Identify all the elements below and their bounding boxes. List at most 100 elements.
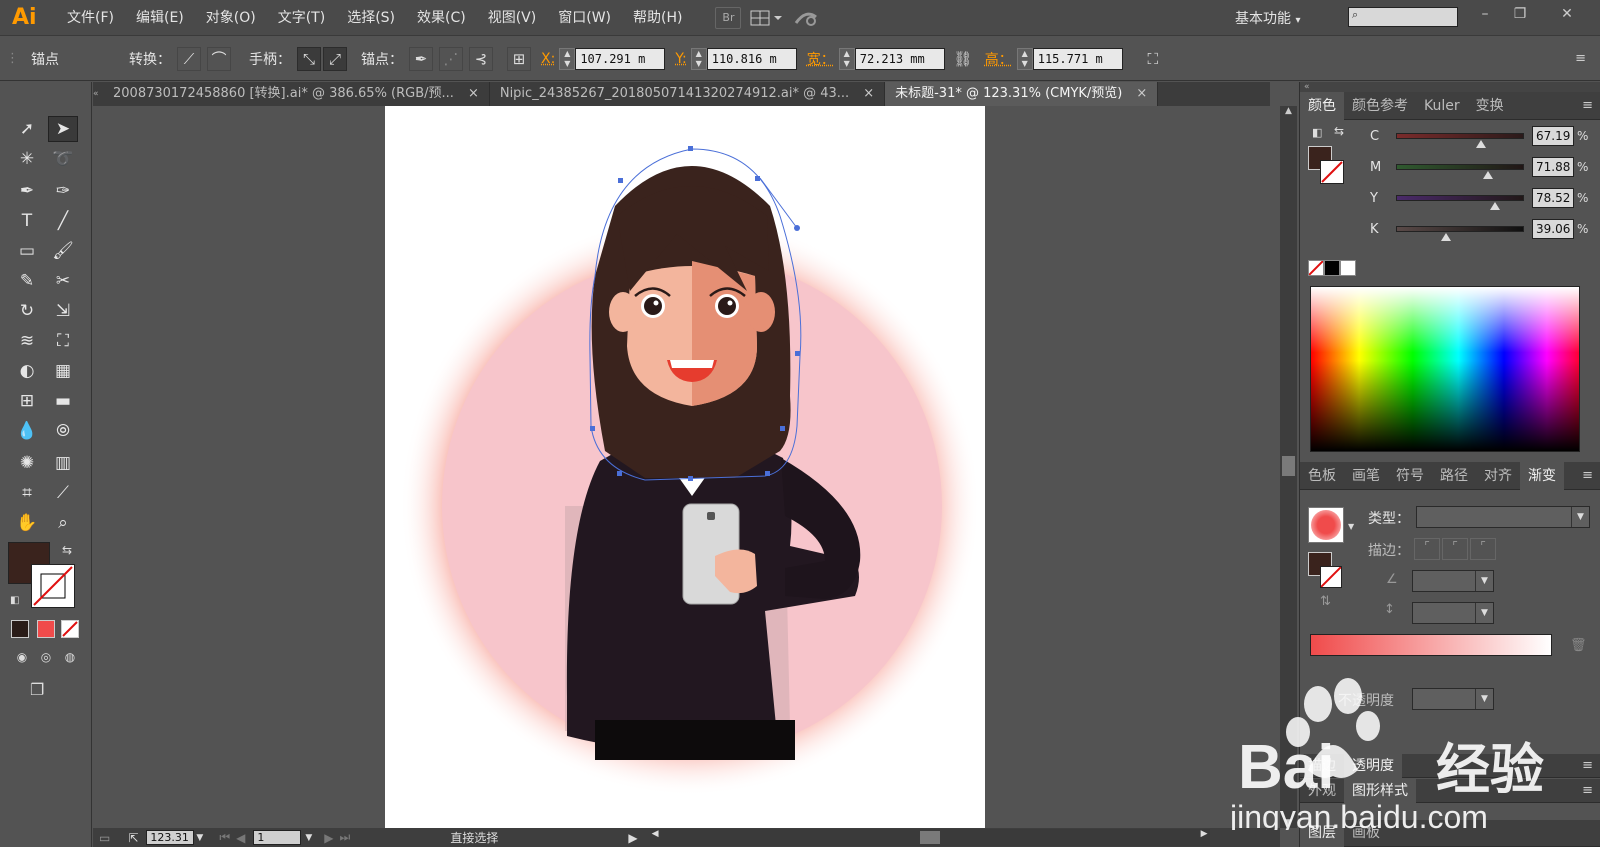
link-proportions-icon[interactable]: ⛓ — [951, 47, 975, 71]
selection-tool-icon[interactable]: ➚ — [12, 116, 42, 142]
scroll-right-icon[interactable]: ▶ — [1201, 829, 1208, 839]
scroll-left-icon[interactable]: ◀ — [652, 829, 659, 839]
collapse-toolbox-icon[interactable]: « — [93, 82, 103, 106]
tab-gradient[interactable]: 渐变 — [1520, 461, 1564, 490]
none-swatch[interactable] — [1308, 260, 1324, 276]
default-colors-icon[interactable]: ◧ — [10, 595, 19, 606]
direct-selection-tool-icon[interactable]: ➤ — [48, 116, 78, 142]
zoom-input[interactable]: 123.31 — [146, 830, 195, 845]
bridge-button[interactable]: Br — [715, 6, 742, 29]
tab-color[interactable]: 颜色 — [1300, 91, 1344, 120]
symbol-sprayer-icon[interactable]: ✺ — [12, 450, 42, 476]
draw-normal-icon[interactable]: ◉ — [17, 650, 27, 668]
tab-close-icon[interactable]: × — [863, 86, 874, 101]
gradient-presets-chevron-icon[interactable]: ▼ — [1348, 522, 1354, 531]
convert-to-corner-icon[interactable]: ⟋ — [177, 46, 201, 71]
color-mode-icon[interactable] — [11, 620, 29, 638]
y-input[interactable]: 110.816 m — [706, 47, 797, 70]
stroke-across-icon[interactable]: ⌜ — [1470, 538, 1496, 560]
workspace-switcher[interactable]: 基本功能 ▾ — [1235, 8, 1300, 28]
status-menu-icon[interactable]: ▶ — [628, 831, 637, 845]
illustration[interactable] — [385, 106, 985, 828]
vertical-scrollbar[interactable]: ▲ ▼ — [1280, 106, 1297, 828]
channel-slider[interactable] — [1396, 164, 1524, 179]
gradient-preview[interactable] — [1308, 507, 1344, 543]
tab-align[interactable]: 对齐 — [1476, 462, 1520, 490]
last-artboard-icon[interactable]: ⏭ — [340, 830, 351, 845]
tab-appearance[interactable]: 外观 — [1300, 779, 1344, 803]
draw-inside-icon[interactable]: ◍ — [65, 650, 75, 668]
tab-transparency[interactable]: 透明度 — [1344, 753, 1402, 778]
gpu-performance-icon[interactable] — [793, 7, 819, 29]
menu-window[interactable]: 窗口(W) — [547, 0, 622, 36]
shape-builder-icon[interactable]: ◐ — [12, 358, 42, 384]
panel-menu-icon[interactable]: ≡ — [1582, 758, 1593, 773]
menu-view[interactable]: 视图(V) — [477, 0, 548, 36]
tab-kuler[interactable]: Kuler — [1416, 92, 1468, 120]
gradient-mode-icon[interactable] — [37, 620, 55, 638]
connect-endpoints-icon[interactable]: ⋰ — [439, 46, 463, 71]
transform-icon[interactable]: ⛶ — [1141, 47, 1165, 71]
artboard-number-input[interactable]: 1 — [253, 830, 302, 845]
opacity-dropdown[interactable]: ▼ — [1412, 688, 1494, 710]
tab-document-2[interactable]: Nipic_24385267_20180507141320274912.ai* … — [490, 82, 886, 106]
pencil-icon[interactable]: ✎ — [12, 268, 42, 294]
tab-layers[interactable]: 图层 — [1300, 819, 1344, 847]
channel-value-input[interactable]: 67.19 — [1532, 126, 1574, 146]
gradient-angle-dropdown[interactable]: ▼ — [1412, 570, 1494, 592]
artboard[interactable] — [385, 106, 985, 828]
column-graph-icon[interactable]: ▥ — [48, 450, 78, 476]
tab-graphic-styles[interactable]: 图形样式 — [1344, 778, 1416, 803]
draw-behind-icon[interactable]: ◎ — [41, 650, 51, 668]
prev-artboard-icon[interactable]: ◀ — [236, 831, 245, 845]
tab-close-icon[interactable]: × — [1136, 86, 1147, 101]
tab-stroke[interactable]: 描边 — [1300, 754, 1344, 778]
remove-anchor-icon[interactable]: ✒ — [409, 46, 433, 71]
isolate-points-icon[interactable]: ⊞ — [507, 46, 531, 71]
curvature-tool-icon[interactable]: ✑ — [48, 178, 78, 204]
menu-select[interactable]: 选择(S) — [336, 0, 406, 36]
show-handles-icon[interactable]: ⤡ — [297, 46, 321, 71]
zoom-tool-icon[interactable]: ⌕ — [48, 510, 78, 536]
slice-icon[interactable]: ⟋ — [48, 480, 78, 506]
menu-edit[interactable]: 编辑(E) — [125, 0, 195, 36]
panel-menu-icon[interactable]: ≡ — [1582, 783, 1593, 798]
menu-effect[interactable]: 效果(C) — [406, 0, 477, 36]
type-tool-icon[interactable]: T — [12, 208, 42, 234]
perspective-grid-icon[interactable]: ▦ — [48, 358, 78, 384]
next-artboard-icon[interactable]: ▶ — [324, 831, 333, 845]
black-swatch[interactable] — [1324, 260, 1340, 276]
width-tool-icon[interactable]: ≋ — [12, 328, 42, 354]
channel-slider[interactable] — [1396, 226, 1524, 241]
stroke-swatch[interactable] — [31, 564, 75, 608]
color-spectrum[interactable] — [1310, 286, 1580, 452]
line-tool-icon[interactable]: ╱ — [48, 208, 78, 234]
gradient-stroke-swatch[interactable] — [1320, 566, 1342, 588]
slider-knob[interactable] — [1490, 202, 1501, 210]
gradient-aspect-dropdown[interactable]: ▼ — [1412, 602, 1494, 624]
minimize-icon[interactable]: – — [1470, 6, 1500, 26]
hide-handles-icon[interactable]: ⤢ — [323, 46, 347, 71]
channel-value-input[interactable]: 78.52 — [1532, 188, 1574, 208]
paintbrush-icon[interactable]: 🖌 — [48, 238, 78, 264]
menu-type[interactable]: 文字(T) — [267, 0, 336, 36]
collapse-panels-icon[interactable]: « — [1300, 82, 1600, 92]
export-icon[interactable]: ⇱ — [128, 831, 138, 845]
cut-path-icon[interactable]: ⊰ — [469, 46, 493, 71]
height-stepper[interactable]: ▲ ▼ — [1016, 47, 1033, 70]
eyedropper-icon[interactable]: 💧 — [12, 418, 42, 444]
swap-colors-icon[interactable]: ⇆ — [1334, 124, 1344, 138]
scroll-up-icon[interactable]: ▲ — [1280, 106, 1297, 116]
menu-object[interactable]: 对象(O) — [195, 0, 267, 36]
gradient-type-dropdown[interactable]: ▼ — [1416, 506, 1590, 528]
slider-knob[interactable] — [1482, 171, 1493, 179]
close-icon[interactable]: ✕ — [1552, 6, 1582, 26]
channel-value-input[interactable]: 39.06 — [1532, 219, 1574, 239]
panel-menu-icon[interactable]: ≡ — [1582, 468, 1593, 483]
arrange-documents-icon[interactable] — [749, 7, 785, 29]
scroll-down-icon[interactable]: ▼ — [1280, 818, 1297, 828]
gpu-icon[interactable]: ▭ — [99, 831, 110, 845]
swap-colors-icon[interactable]: ⇆ — [62, 543, 72, 557]
tab-brushes[interactable]: 画笔 — [1344, 462, 1388, 490]
restore-icon[interactable]: ❐ — [1505, 6, 1535, 26]
